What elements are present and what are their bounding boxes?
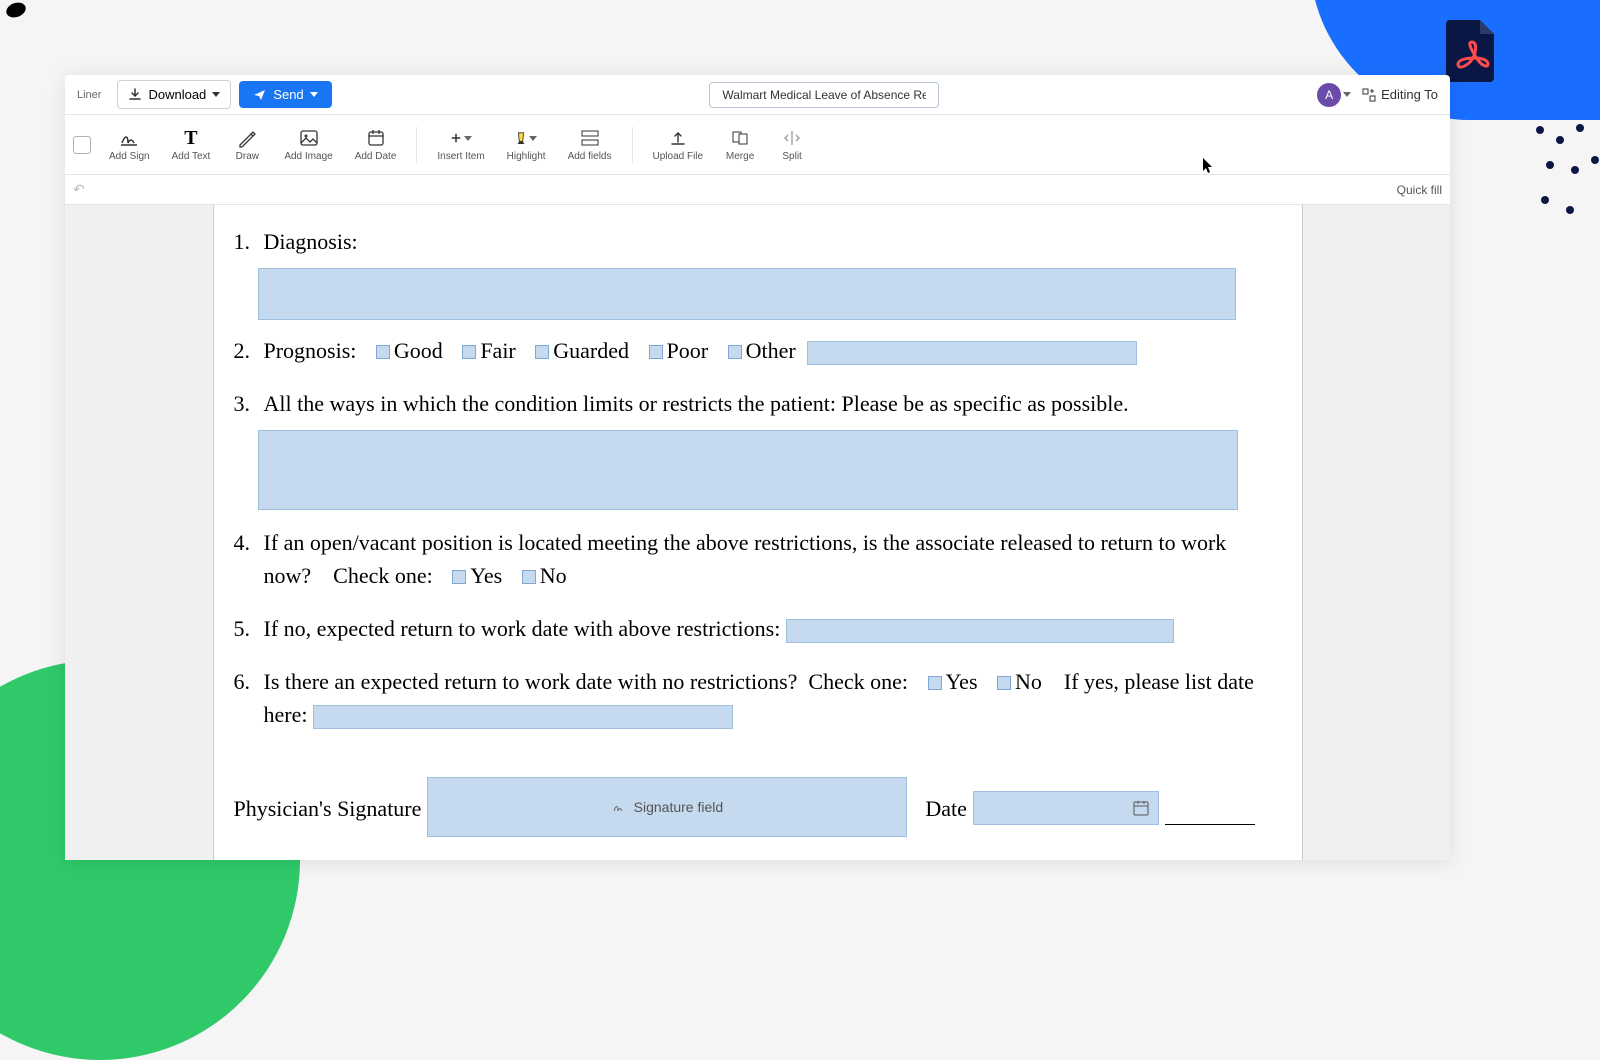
q4-no-label: No — [540, 563, 567, 588]
q3-label: All the ways in which the condition limi… — [264, 391, 1129, 416]
draw-button[interactable]: Draw — [222, 123, 272, 166]
add-fields-button[interactable]: Add fields — [558, 123, 622, 166]
split-icon — [781, 127, 803, 149]
other-field[interactable] — [807, 341, 1137, 365]
checkbox-q6-yes[interactable] — [928, 676, 942, 690]
send-button[interactable]: Send — [239, 81, 331, 108]
download-icon — [128, 88, 142, 102]
diagnosis-field[interactable] — [258, 268, 1236, 320]
top-bar: Liner Download Send A — [65, 75, 1450, 115]
highlighter-icon — [515, 127, 537, 149]
return-date-field[interactable] — [786, 619, 1174, 643]
q6-number: 6. — [234, 665, 256, 698]
q1-number: 1. — [234, 225, 256, 258]
document-title-input[interactable] — [709, 82, 939, 108]
decoration-right-dots — [1530, 120, 1600, 320]
q2-number: 2. — [234, 334, 256, 367]
mouse-cursor — [1203, 158, 1215, 174]
list-date-field[interactable] — [313, 705, 733, 729]
chevron-down-icon — [310, 92, 318, 97]
signature-label: Physician's Signature — [234, 792, 422, 825]
highlight-button[interactable]: Highlight — [497, 123, 556, 166]
add-image-button[interactable]: Add Image — [274, 123, 342, 166]
chevron-down-icon — [212, 92, 220, 97]
q4-label: If an open/vacant position is located me… — [264, 530, 1227, 588]
plus-icon — [450, 127, 472, 149]
add-sign-button[interactable]: Add Sign — [99, 123, 160, 166]
upload-file-button[interactable]: Upload File — [643, 123, 714, 166]
add-text-button[interactable]: T Add Text — [162, 123, 221, 166]
add-date-button[interactable]: Add Date — [345, 123, 407, 166]
image-icon — [298, 127, 320, 149]
q5-number: 5. — [234, 612, 256, 645]
calendar-icon — [1132, 799, 1150, 817]
pdf-logo-icon — [1444, 18, 1500, 82]
option-other: Other — [746, 338, 796, 363]
insert-item-button[interactable]: Insert Item — [427, 123, 494, 166]
app-window: Liner Download Send A — [65, 75, 1450, 860]
download-button[interactable]: Download — [117, 80, 231, 109]
checkbox-q4-yes[interactable] — [452, 570, 466, 584]
chevron-down-icon — [1343, 92, 1351, 97]
option-poor: Poor — [667, 338, 709, 363]
q3-number: 3. — [234, 387, 256, 420]
calendar-icon — [365, 127, 387, 149]
option-guarded: Guarded — [553, 338, 629, 363]
option-fair: Fair — [480, 338, 515, 363]
signature-icon — [612, 800, 626, 814]
editing-tools-button[interactable]: Editing To — [1361, 87, 1438, 103]
q4-yes-label: Yes — [470, 563, 502, 588]
checkbox-q6-no[interactable] — [997, 676, 1011, 690]
send-icon — [253, 88, 267, 102]
q6-no-label: No — [1015, 669, 1042, 694]
document-canvas: 1. Diagnosis: 2. Prognosis: Good Fair Gu… — [65, 205, 1450, 860]
date-label: Date — [925, 792, 967, 825]
merge-button[interactable]: Merge — [715, 123, 765, 166]
undo-button[interactable]: ↶ — [73, 181, 85, 198]
q6-yes-label: Yes — [946, 669, 978, 694]
checkbox-fair[interactable] — [462, 345, 476, 359]
send-label: Send — [273, 87, 303, 102]
download-label: Download — [148, 87, 206, 102]
date-field[interactable] — [973, 791, 1159, 825]
checkbox-poor[interactable] — [649, 345, 663, 359]
sub-toolbar: ↶ Quick fill — [65, 175, 1450, 205]
toolbar-separator — [632, 127, 633, 163]
date-underline — [1165, 803, 1255, 825]
option-good: Good — [394, 338, 443, 363]
select-tool[interactable] — [73, 136, 91, 154]
checkbox-q4-no[interactable] — [522, 570, 536, 584]
document-page: 1. Diagnosis: 2. Prognosis: Good Fair Gu… — [213, 205, 1303, 860]
pencil-icon — [236, 127, 258, 149]
q6-label-a: Is there an expected return to work date… — [264, 669, 909, 694]
checkbox-guarded[interactable] — [535, 345, 549, 359]
checkbox-other[interactable] — [728, 345, 742, 359]
signature-placeholder: Signature field — [634, 797, 724, 818]
editing-icon — [1361, 87, 1377, 103]
limitations-field[interactable] — [258, 430, 1238, 510]
toolbar: Add Sign T Add Text Draw Add Image Add D… — [65, 115, 1450, 175]
text-icon: T — [180, 127, 202, 149]
fields-icon — [579, 127, 601, 149]
quick-fill-button[interactable]: Quick fill — [1397, 183, 1442, 197]
avatar: A — [1317, 83, 1341, 107]
q5-label: If no, expected return to work date with… — [264, 616, 781, 641]
toolbar-separator — [416, 127, 417, 163]
upload-icon — [667, 127, 689, 149]
split-button[interactable]: Split — [767, 123, 817, 166]
q4-number: 4. — [234, 526, 256, 559]
liner-label: Liner — [77, 89, 101, 101]
signature-icon — [118, 127, 140, 149]
signature-field[interactable]: Signature field — [427, 777, 907, 837]
decoration-top-left — [0, 0, 100, 80]
user-menu[interactable]: A — [1317, 83, 1351, 107]
checkbox-good[interactable] — [376, 345, 390, 359]
q2-label: Prognosis: — [264, 338, 357, 363]
q1-label: Diagnosis: — [264, 229, 358, 254]
merge-icon — [729, 127, 751, 149]
